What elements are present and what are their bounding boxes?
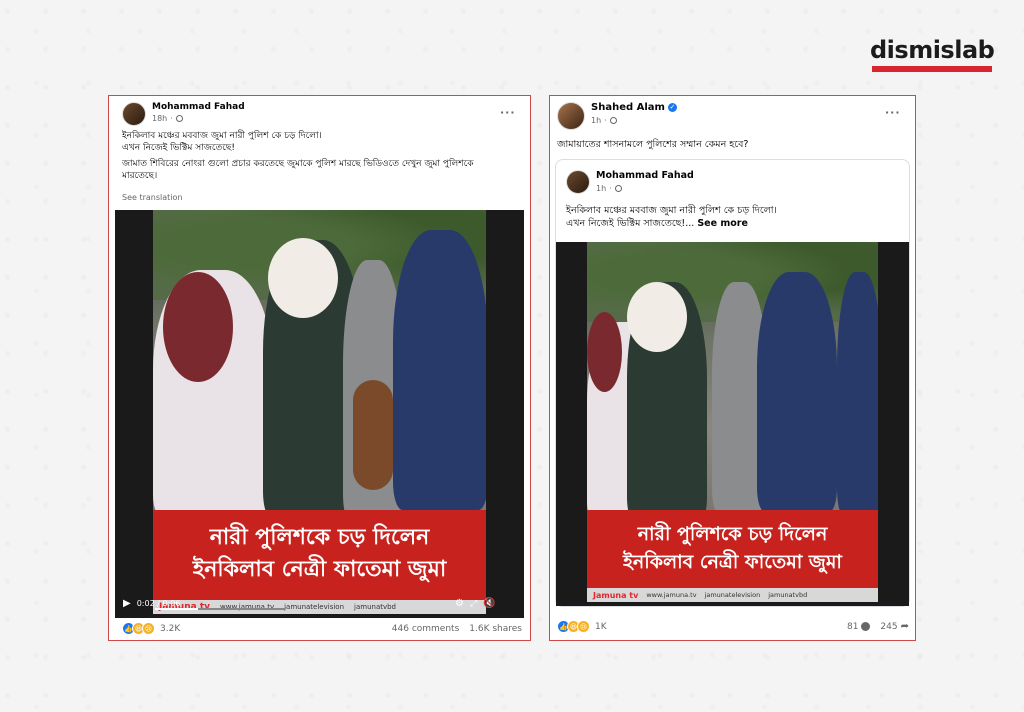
banner-line-2: ইনকিলাব নেত্রী ফাতেমা জুমা xyxy=(623,551,842,573)
avatar[interactable] xyxy=(557,102,585,130)
comments-count[interactable]: 446 comments xyxy=(392,624,460,634)
author-name[interactable]: Mohammad Fahad xyxy=(152,102,245,112)
volume-muted-icon[interactable]: 🔇 xyxy=(483,598,495,609)
shared-author-name[interactable]: Mohammad Fahad xyxy=(596,170,694,181)
shared-post-header: Mohammad Fahad 1h · xyxy=(566,170,694,194)
jamuna-brand: Jamuna tv xyxy=(593,590,639,600)
post-text-line: জামাত শিবিরের নোংরা গুলো প্রচার করতেছে জ… xyxy=(122,159,474,170)
brown-bag xyxy=(353,380,393,490)
author-name[interactable]: Shahed Alam ✓ xyxy=(591,102,677,113)
more-options-icon[interactable]: ··· xyxy=(500,106,516,119)
ticker-facebook: jamunatelevision xyxy=(284,603,345,611)
ticker-youtube: jamunatvbd xyxy=(768,591,808,599)
right-post-header: Shahed Alam ✓ 1h · xyxy=(557,102,677,130)
video-ticker: Jamuna tv www.jamuna.tv jamunatelevision… xyxy=(587,588,878,602)
shared-post-meta: 1h · xyxy=(596,184,694,193)
sad-icon: 😢 xyxy=(142,622,155,635)
video-news-banner: নারী পুলিশকে চড় দিলেন ইনকিলাব নেত্রী ফা… xyxy=(153,510,486,600)
share-arrow-icon[interactable]: ➦ xyxy=(901,621,909,632)
video-frame xyxy=(587,242,878,510)
ticker-youtube: jamunatvbd xyxy=(354,603,397,611)
comments-count[interactable]: 81 xyxy=(847,622,858,632)
post-text-line: এখন নিজেই ভিক্টিম সাজতেছে! xyxy=(122,143,235,154)
shares-count[interactable]: 245 xyxy=(880,622,897,632)
post-time[interactable]: 1h xyxy=(591,116,601,125)
right-post-text: জামায়াতের শাসনামলে পুলিশের সম্মান কেমন … xyxy=(557,139,749,150)
sad-icon: 😢 xyxy=(577,620,590,633)
shared-post-time[interactable]: 1h xyxy=(596,184,606,193)
left-post-header: Mohammad Fahad 18h · xyxy=(122,102,245,126)
right-post-footer: 👍 😆 😢 1K 81 245 ➦ xyxy=(557,620,909,633)
figure-white-scarf xyxy=(268,238,338,318)
globe-icon xyxy=(175,115,183,122)
settings-gear-icon[interactable]: ⚙ xyxy=(455,598,464,609)
avatar[interactable] xyxy=(122,102,146,126)
left-video-player[interactable]: নারী পুলিশকে চড় দিলেন ইনকিলাব নেত্রী ফা… xyxy=(115,210,524,618)
more-options-icon[interactable]: ··· xyxy=(885,106,901,119)
globe-icon xyxy=(609,117,617,124)
left-post-footer: 👍 😆 😢 3.2K 446 comments 1.6K shares xyxy=(122,622,522,635)
video-controls-left: ▶ 0:02 / 0:06 xyxy=(123,598,180,609)
post-text-line: ইনকিলাব মঞ্চের মববাজ জুমা নারী পুলিশ কে … xyxy=(122,131,322,141)
post-meta: 18h · xyxy=(152,114,245,123)
avatar[interactable] xyxy=(566,170,590,194)
banner-line-2: ইনকিলাব নেত্রী ফাতেমা জুমা xyxy=(192,557,447,582)
logo-underline xyxy=(872,66,992,72)
see-translation-link[interactable]: See translation xyxy=(122,193,182,202)
right-video-player[interactable]: নারী পুলিশকে চড় দিলেন ইনকিলাব নেত্রী ফা… xyxy=(556,242,909,606)
verified-badge-icon: ✓ xyxy=(667,102,677,112)
banner-line-1: নারী পুলিশকে চড় দিলেন xyxy=(637,523,828,545)
figure-maroon-scarf xyxy=(163,272,233,382)
see-more-link[interactable]: See more xyxy=(697,218,748,229)
post-meta: 1h · xyxy=(591,116,677,125)
reactions[interactable]: 👍 😆 😢 3.2K xyxy=(122,622,180,635)
dismislab-logo: dismislab xyxy=(870,36,995,72)
play-icon[interactable]: ▶ xyxy=(123,598,131,609)
shared-post-text: ইনকিলাব মঞ্চের মববাজ জুমা নারী পুলিশ কে … xyxy=(566,205,906,231)
shares-count[interactable]: 1.6K shares xyxy=(469,624,522,634)
reactions[interactable]: 👍 😆 😢 1K xyxy=(557,620,607,633)
fullscreen-icon[interactable]: ⤢ xyxy=(470,599,477,609)
globe-icon xyxy=(614,185,622,192)
comment-icon[interactable] xyxy=(861,622,871,631)
banner-line-1: নারী পুলিশকে চড় দিলেন xyxy=(209,525,430,550)
post-time[interactable]: 18h xyxy=(152,114,167,123)
author-name-text: Shahed Alam xyxy=(591,102,665,113)
video-frame xyxy=(153,210,486,510)
ticker-site: www.jamuna.tv xyxy=(646,591,697,599)
video-controls-right: ⚙ ⤢ 🔇 xyxy=(455,598,496,609)
shared-text-line: ইনকিলাব মঞ্চের মববাজ জুমা নারী পুলিশ কে … xyxy=(566,205,777,216)
reaction-count[interactable]: 3.2K xyxy=(160,624,180,634)
video-time: 0:02 / 0:06 xyxy=(136,599,181,608)
figure-police-2 xyxy=(757,272,837,510)
reaction-count[interactable]: 1K xyxy=(595,622,607,632)
left-post-text: ইনকিলাব মঞ্চের মববাজ জুমা নারী পুলিশ কে … xyxy=(122,130,522,183)
ticker-facebook: jamunatelevision xyxy=(704,591,761,599)
figure-police-3 xyxy=(837,272,878,510)
shared-text-line: এখন নিজেই ভিক্টিম সাজতেছে!... xyxy=(566,217,695,229)
video-ticker: Jamuna tv www.jamuna.tv jamunatelevision… xyxy=(153,600,486,614)
post-text-line: মারতেছে। xyxy=(122,171,158,182)
figure-white-scarf xyxy=(627,282,687,352)
figure-maroon-scarf xyxy=(587,312,622,392)
video-news-banner: নারী পুলিশকে চড় দিলেন ইনকিলাব নেত্রী ফা… xyxy=(587,510,878,588)
logo-text: dismislab xyxy=(870,36,995,64)
figure-police-2 xyxy=(393,230,486,510)
